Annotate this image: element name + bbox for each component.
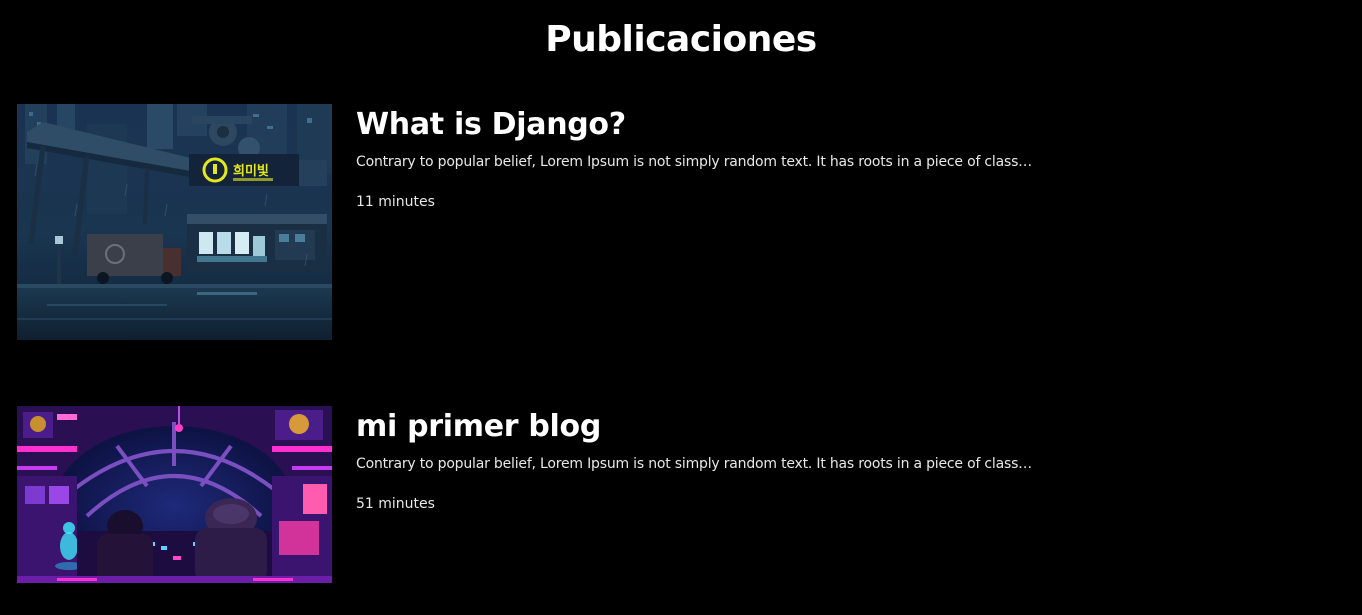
post-excerpt: Contrary to popular belief, Lorem Ipsum … — [356, 154, 1032, 170]
pixel-art-rainy-street-shop-image: 희미빛 — [17, 104, 332, 340]
post-read-time: 51 minutes — [356, 496, 435, 512]
page-title: Publicaciones — [545, 19, 817, 60]
pixel-art-spaceship-cockpit-image — [17, 406, 332, 583]
post-excerpt: Contrary to popular belief, Lorem Ipsum … — [356, 456, 1032, 472]
post-title-link[interactable]: What is Django? — [356, 106, 626, 144]
post-thumbnail-link[interactable]: 희미빛 — [17, 104, 332, 340]
neon-sign-text: 희미빛 — [233, 163, 269, 179]
post-thumbnail-link[interactable] — [17, 406, 332, 583]
post-read-time: 11 minutes — [356, 194, 435, 210]
post-title-link[interactable]: mi primer blog — [356, 408, 601, 446]
